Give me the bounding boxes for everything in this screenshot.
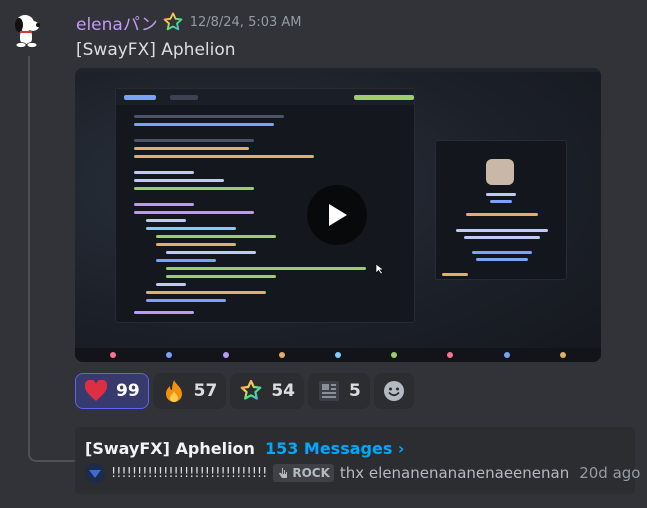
panel-line bbox=[442, 273, 468, 276]
taskbar bbox=[75, 348, 601, 362]
thread-spine bbox=[28, 56, 76, 462]
code-line bbox=[166, 275, 276, 278]
thread-header: [SwayFX] Aphelion 153 Messages › bbox=[85, 439, 405, 458]
code-editor-window bbox=[115, 88, 415, 323]
message-header: elenaパン 12/8/24, 5:03 AM bbox=[76, 10, 302, 35]
thread-last-time: 20d ago bbox=[579, 464, 641, 482]
code-line bbox=[156, 283, 186, 286]
code-line bbox=[134, 147, 249, 150]
video-embed[interactable] bbox=[75, 68, 601, 362]
thread-last-message: !!!!!!!!!!!!!!!!!!!!!!!!!!!!!! ROCK thx … bbox=[85, 462, 641, 484]
code-line bbox=[156, 243, 236, 246]
smiley-add-icon bbox=[383, 381, 404, 401]
reaction-count: 57 bbox=[193, 381, 218, 401]
reaction-count: 99 bbox=[116, 381, 140, 401]
taskbar-dot bbox=[222, 352, 229, 358]
code-line bbox=[146, 227, 236, 230]
author-name[interactable]: elenaパン bbox=[76, 10, 158, 35]
thread-preview[interactable]: [SwayFX] Aphelion 153 Messages › !!!!!!!… bbox=[75, 427, 641, 494]
code-line bbox=[134, 155, 314, 158]
reactions-bar: 99 57 54 5 bbox=[75, 373, 414, 409]
snoopy-avatar-icon bbox=[15, 15, 40, 48]
add-reaction-button[interactable] bbox=[373, 373, 414, 409]
code-line bbox=[166, 267, 366, 270]
code-line bbox=[134, 171, 194, 174]
code-line bbox=[146, 219, 186, 222]
panel-line bbox=[476, 258, 528, 261]
code-line bbox=[156, 259, 216, 262]
taskbar-dot bbox=[391, 352, 398, 358]
user-tag: ROCK bbox=[273, 464, 334, 482]
panel-line bbox=[466, 213, 538, 216]
editor-tab bbox=[124, 94, 156, 100]
editor-tabs bbox=[116, 89, 414, 105]
panel-line bbox=[464, 236, 540, 239]
heart-icon bbox=[84, 379, 108, 403]
reaction-rainbow-star[interactable]: 54 bbox=[230, 373, 305, 409]
panel-line bbox=[490, 200, 512, 203]
code-line bbox=[166, 251, 256, 254]
taskbar-dot bbox=[503, 352, 510, 358]
fire-icon bbox=[162, 379, 186, 403]
taskbar-dot bbox=[166, 352, 173, 358]
panel-line bbox=[456, 229, 548, 232]
reaction-fire[interactable]: 57 bbox=[152, 373, 227, 409]
code-line bbox=[134, 179, 224, 182]
code-line bbox=[156, 235, 276, 238]
panel-line bbox=[486, 193, 516, 196]
editor-tab bbox=[170, 94, 198, 100]
thread-user-avatar bbox=[85, 463, 105, 483]
video-topbar bbox=[75, 68, 601, 72]
thread-message-count[interactable]: 153 Messages › bbox=[265, 439, 405, 458]
pixel-art-icon bbox=[486, 159, 514, 185]
code-line bbox=[134, 123, 274, 126]
reaction-newspaper[interactable]: 5 bbox=[308, 373, 370, 409]
code-line bbox=[134, 311, 194, 314]
play-button[interactable] bbox=[307, 185, 367, 245]
thread-last-user[interactable]: !!!!!!!!!!!!!!!!!!!!!!!!!!!!!! bbox=[111, 466, 267, 481]
author-avatar[interactable] bbox=[8, 10, 48, 50]
taskbar-dot bbox=[278, 352, 285, 358]
reaction-count: 5 bbox=[349, 381, 361, 401]
code-line bbox=[146, 299, 226, 302]
message-timestamp: 12/8/24, 5:03 AM bbox=[189, 14, 302, 30]
taskbar-dot bbox=[110, 352, 117, 358]
rainbow-star-icon[interactable] bbox=[162, 11, 184, 33]
message-content: [SwayFX] Aphelion bbox=[76, 40, 236, 60]
play-icon bbox=[329, 204, 347, 226]
reaction-count: 54 bbox=[271, 381, 296, 401]
taskbar-dot bbox=[447, 352, 454, 358]
rainbow-star-icon bbox=[239, 379, 263, 403]
mouse-cursor-icon bbox=[375, 263, 385, 275]
panel-line bbox=[472, 251, 532, 254]
reaction-heart[interactable]: 99 bbox=[75, 373, 149, 409]
thread-last-text: thx elenanenananenaeenenan bbox=[339, 464, 570, 482]
code-line bbox=[134, 139, 254, 142]
code-line bbox=[134, 203, 194, 206]
code-line bbox=[134, 115, 284, 118]
code-line bbox=[146, 291, 266, 294]
hand-icon bbox=[279, 468, 288, 478]
code-line bbox=[134, 187, 254, 190]
info-panel bbox=[435, 140, 567, 280]
user-tag-label: ROCK bbox=[292, 466, 330, 480]
editor-status bbox=[354, 94, 414, 100]
taskbar-dot bbox=[334, 352, 341, 358]
taskbar-dot bbox=[559, 352, 566, 358]
newspaper-icon bbox=[317, 379, 341, 403]
code-line bbox=[134, 211, 254, 214]
thread-title[interactable]: [SwayFX] Aphelion bbox=[85, 439, 255, 458]
